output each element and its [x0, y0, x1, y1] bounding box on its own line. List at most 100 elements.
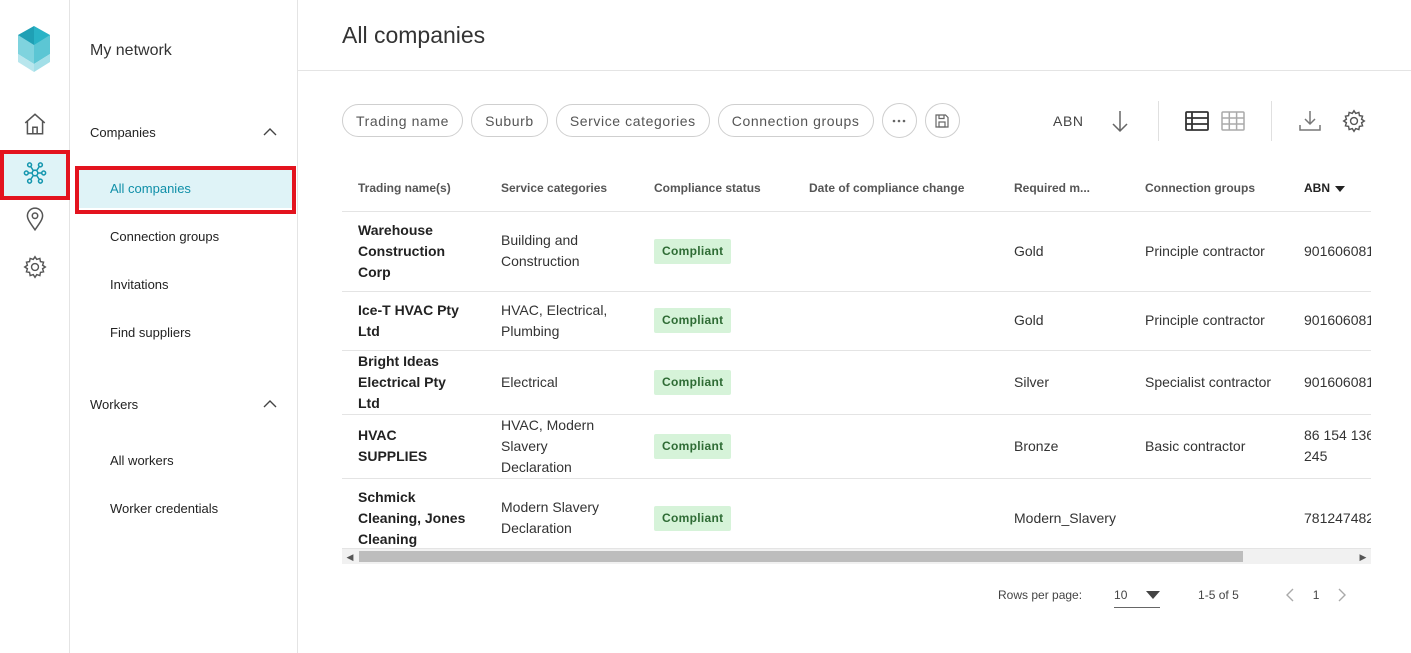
cell-compliance-change-date: [793, 414, 998, 479]
cell-compliance-change-date: [793, 350, 998, 415]
cell-service-categories: Electrical: [485, 350, 638, 415]
divider: [298, 70, 1411, 71]
more-filters-button[interactable]: [881, 103, 917, 138]
sort-direction-button[interactable]: [1106, 107, 1134, 135]
scrollbar-thumb[interactable]: [359, 551, 1243, 562]
divider: [1270, 101, 1272, 141]
cell-required-membership: Gold: [998, 211, 1129, 292]
page-title: All companies: [342, 22, 486, 48]
column-header-trading-name[interactable]: Trading name(s): [342, 165, 485, 212]
sub-navigation: My network Companies All companies Conne…: [70, 0, 298, 653]
cell-service-categories: Building and Construction: [485, 211, 638, 292]
cell-abn: 86 154 136 245: [1288, 414, 1371, 479]
rail-location-button[interactable]: [0, 196, 70, 242]
cell-trading-name: Schmick Cleaning, Jones Cleaning: [342, 478, 485, 559]
column-header-required-membership[interactable]: Required m...: [998, 165, 1129, 212]
chevron-up-icon: [263, 128, 277, 136]
previous-page-button[interactable]: [1281, 585, 1301, 605]
scroll-right-arrow-icon[interactable]: ▶: [1358, 552, 1368, 562]
nav-item-connection-groups[interactable]: Connection groups: [78, 216, 292, 256]
column-header-compliance-change-date[interactable]: Date of compliance change: [793, 165, 998, 212]
status-badge: Compliant: [654, 433, 732, 459]
table-row[interactable]: HVAC SUPPLIES HVAC, Modern Slavery Decla…: [342, 414, 1371, 479]
cell-compliance-status: Compliant: [638, 211, 793, 292]
table-row[interactable]: Bright Ideas Electrical Pty Ltd Electric…: [342, 350, 1371, 415]
arrow-down-icon: [1112, 111, 1128, 133]
cell-connection-groups: Specialist contractor: [1129, 350, 1288, 415]
chevron-right-icon: [1338, 588, 1347, 602]
filter-trading-name-chip[interactable]: Trading name: [342, 104, 464, 137]
table-settings-button[interactable]: [1340, 107, 1368, 135]
table-row[interactable]: Schmick Cleaning, Jones Cleaning Modern …: [342, 478, 1371, 559]
column-header-service-categories[interactable]: Service categories: [485, 165, 638, 212]
current-page-number: 1: [1312, 588, 1320, 602]
rail-settings-button[interactable]: [0, 244, 70, 290]
rail-home-button[interactable]: [0, 101, 70, 147]
cell-service-categories: HVAC, Modern Slavery Declaration: [485, 414, 638, 479]
cell-connection-groups: [1129, 478, 1288, 559]
cell-connection-groups: Basic contractor: [1129, 414, 1288, 479]
status-badge: Compliant: [654, 238, 732, 264]
column-header-connection-groups[interactable]: Connection groups: [1129, 165, 1288, 212]
scroll-left-arrow-icon[interactable]: ◀: [345, 552, 355, 562]
cell-trading-name: HVAC SUPPLIES: [342, 414, 485, 479]
nav-item-all-companies[interactable]: All companies: [78, 168, 292, 208]
nav-item-find-suppliers[interactable]: Find suppliers: [78, 312, 292, 352]
section-companies-toggle[interactable]: Companies: [90, 121, 277, 143]
more-horizontal-icon: [892, 119, 906, 122]
grid-view-button[interactable]: [1219, 107, 1247, 135]
rail-network-button[interactable]: [0, 150, 70, 196]
cell-trading-name: Bright Ideas Electrical Pty Ltd: [342, 350, 485, 415]
cell-required-membership: Bronze: [998, 414, 1129, 479]
cell-required-membership: Modern_Slavery: [998, 478, 1129, 559]
caret-down-icon: [1146, 590, 1161, 599]
chevron-up-icon: [263, 400, 277, 408]
list-view-button[interactable]: [1183, 107, 1211, 135]
subnav-title: My network: [90, 42, 172, 59]
status-badge: Compliant: [654, 369, 732, 395]
sort-desc-icon: [1335, 185, 1345, 192]
next-page-button[interactable]: [1331, 585, 1351, 605]
table-header-row: Trading name(s) Service categories Compl…: [342, 165, 1371, 212]
nav-item-all-workers[interactable]: All workers: [78, 440, 292, 480]
pagination: Rows per page: 10 1-5 of 5 1: [998, 582, 1351, 608]
cell-compliance-status: Compliant: [638, 291, 793, 351]
download-button[interactable]: [1296, 107, 1324, 135]
nav-item-invitations[interactable]: Invitations: [78, 264, 292, 304]
divider: [1157, 101, 1159, 141]
status-badge: Compliant: [654, 505, 732, 531]
network-icon: [23, 162, 47, 184]
nav-item-worker-credentials[interactable]: Worker credentials: [78, 488, 292, 528]
cell-abn: 901606081: [1288, 291, 1371, 351]
sort-field-label[interactable]: ABN: [1053, 113, 1084, 129]
location-pin-icon: [26, 207, 44, 232]
cell-compliance-status: Compliant: [638, 478, 793, 559]
filter-service-categories-chip[interactable]: Service categories: [555, 104, 710, 137]
horizontal-scrollbar[interactable]: ◀ ▶: [342, 548, 1371, 564]
cell-required-membership: Silver: [998, 350, 1129, 415]
column-header-compliance-status[interactable]: Compliance status: [638, 165, 793, 212]
save-filters-button[interactable]: [924, 103, 960, 138]
cell-service-categories: Modern Slavery Declaration: [485, 478, 638, 559]
home-icon: [24, 113, 46, 135]
cell-abn: 901606081: [1288, 211, 1371, 292]
icon-rail: [0, 0, 70, 653]
column-header-abn[interactable]: ABN: [1288, 165, 1371, 212]
companies-table: Trading name(s) Service categories Compl…: [342, 165, 1371, 559]
section-workers-toggle[interactable]: Workers: [90, 393, 277, 415]
table-row[interactable]: Warehouse Construction Corp Building and…: [342, 211, 1371, 292]
filter-suburb-chip[interactable]: Suburb: [471, 104, 548, 137]
chevron-left-icon: [1285, 588, 1294, 602]
app-logo: [18, 26, 50, 72]
save-icon: [935, 113, 949, 128]
main-content: All companies Trading name Suburb Servic…: [298, 0, 1411, 653]
table-row[interactable]: Ice-T HVAC Pty Ltd HVAC, Electrical, Plu…: [342, 291, 1371, 351]
cell-compliance-status: Compliant: [638, 414, 793, 479]
rows-per-page-select[interactable]: 10: [1114, 582, 1161, 608]
cell-compliance-status: Compliant: [638, 350, 793, 415]
cell-required-membership: Gold: [998, 291, 1129, 351]
cell-connection-groups: Principle contractor: [1129, 211, 1288, 292]
column-header-abn-label: ABN: [1304, 180, 1330, 195]
filter-connection-groups-chip[interactable]: Connection groups: [717, 104, 874, 137]
section-companies-label: Companies: [90, 124, 156, 140]
